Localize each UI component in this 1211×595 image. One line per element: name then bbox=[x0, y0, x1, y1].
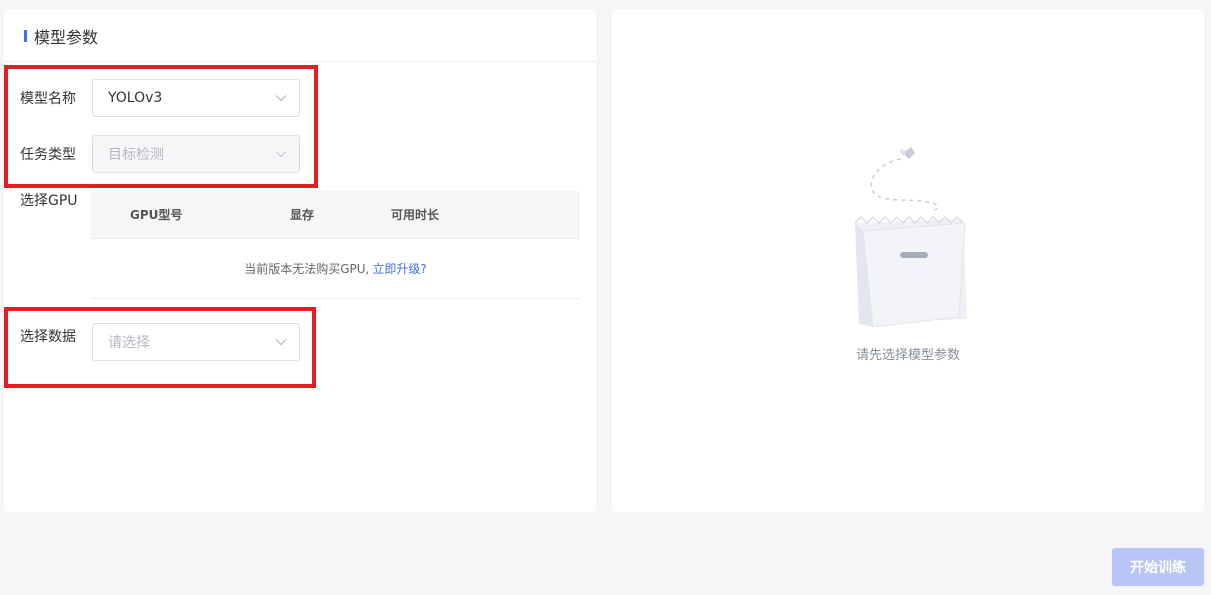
model-name-value: YOLOv3 bbox=[108, 90, 163, 106]
title-accent-bar bbox=[24, 30, 27, 42]
gpu-label: 选择GPU bbox=[20, 193, 78, 209]
gpu-memory-column: 显存 bbox=[290, 208, 315, 222]
model-params-panel: 模型参数 模型名称 YOLOv3 任务类型 目标检测 选择GPU GPU型号 显… bbox=[4, 9, 596, 512]
section-title-text: 模型参数 bbox=[34, 28, 99, 47]
start-training-button[interactable]: 开始训练 bbox=[1112, 548, 1204, 586]
dataset-label: 选择数据 bbox=[20, 329, 76, 345]
upgrade-link[interactable]: 立即升级? bbox=[372, 260, 426, 277]
gpu-table-header: GPU型号 显存 可用时长 bbox=[91, 191, 580, 239]
result-panel: 请先选择模型参数 bbox=[612, 9, 1204, 512]
chevron-down-icon bbox=[275, 339, 287, 346]
model-name-select[interactable]: YOLOv3 bbox=[92, 79, 300, 117]
gpu-table-empty-row: 当前版本无法购买GPU, 立即升级? bbox=[91, 239, 580, 299]
empty-state-text: 请先选择模型参数 bbox=[855, 348, 960, 363]
dataset-select[interactable]: 请选择 bbox=[92, 323, 300, 361]
title-divider bbox=[4, 61, 596, 62]
gpu-model-column: GPU型号 bbox=[130, 208, 183, 222]
dataset-placeholder: 请选择 bbox=[108, 335, 150, 351]
model-name-label: 模型名称 bbox=[20, 91, 76, 107]
gpu-notice: 当前版本无法购买GPU, bbox=[244, 262, 370, 276]
gpu-duration-column: 可用时长 bbox=[391, 208, 440, 222]
empty-bag-illustration bbox=[854, 147, 967, 328]
section-title: 模型参数 bbox=[24, 27, 99, 47]
task-type-select: 目标检测 bbox=[92, 135, 300, 173]
chevron-down-icon bbox=[275, 151, 287, 158]
task-type-label: 任务类型 bbox=[20, 147, 76, 163]
chevron-down-icon bbox=[275, 95, 287, 102]
task-type-value: 目标检测 bbox=[108, 147, 164, 163]
gpu-table: GPU型号 显存 可用时长 当前版本无法购买GPU, 立即升级? bbox=[91, 191, 580, 299]
